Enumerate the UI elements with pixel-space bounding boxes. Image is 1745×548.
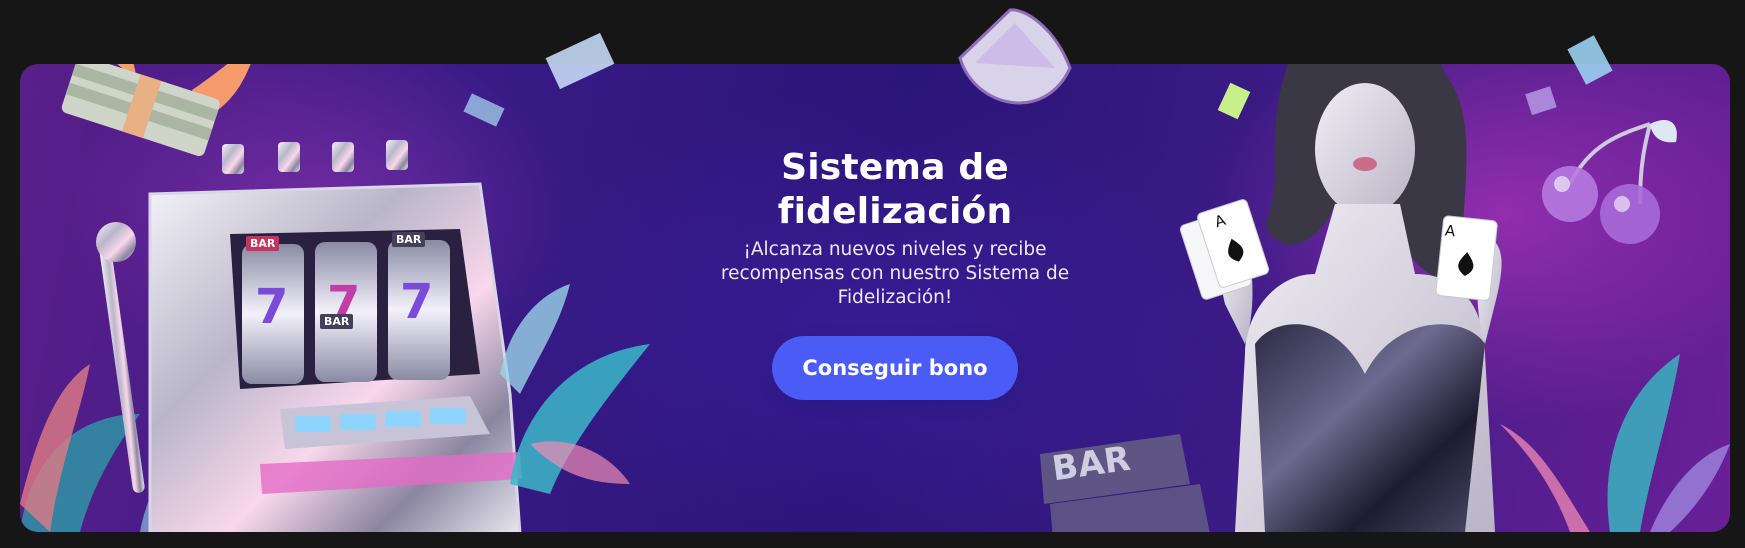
title-line-1: Sistema de: [781, 147, 1009, 188]
leaf-icon: [1500, 354, 1730, 532]
reel-symbol: 7: [255, 279, 289, 335]
playing-card-icon: A: [1444, 221, 1457, 241]
get-bonus-button[interactable]: Conseguir bono: [772, 336, 1018, 400]
lemon-slice-icon: [958, 8, 1072, 105]
winged-money-stack-icon: [61, 64, 251, 157]
title-line-2: fidelización: [777, 191, 1013, 232]
confetti-icon: [463, 93, 505, 127]
reel-bar-label: BAR: [392, 232, 426, 247]
page: 7 7 7 BAR BAR BAR Sistema de fidelizació…: [0, 0, 1745, 548]
confetti-icon: [545, 32, 615, 90]
page-title: Sistema de fidelización: [670, 146, 1120, 234]
reel-bar-label: BAR: [246, 236, 280, 251]
promo-content: Sistema de fidelización ¡Alcanza nuevos …: [670, 146, 1120, 400]
leaf-icon: [500, 284, 650, 494]
reel-symbol: 7: [400, 274, 434, 330]
loyalty-banner[interactable]: 7 7 7 BAR BAR BAR Sistema de fidelizació…: [20, 64, 1730, 532]
reel-bar-label: BAR: [320, 314, 354, 329]
promo-subtitle: ¡Alcanza nuevos niveles y recibe recompe…: [720, 239, 1070, 308]
cherries-icon: [1542, 120, 1677, 244]
confetti-icon: [1567, 35, 1613, 85]
